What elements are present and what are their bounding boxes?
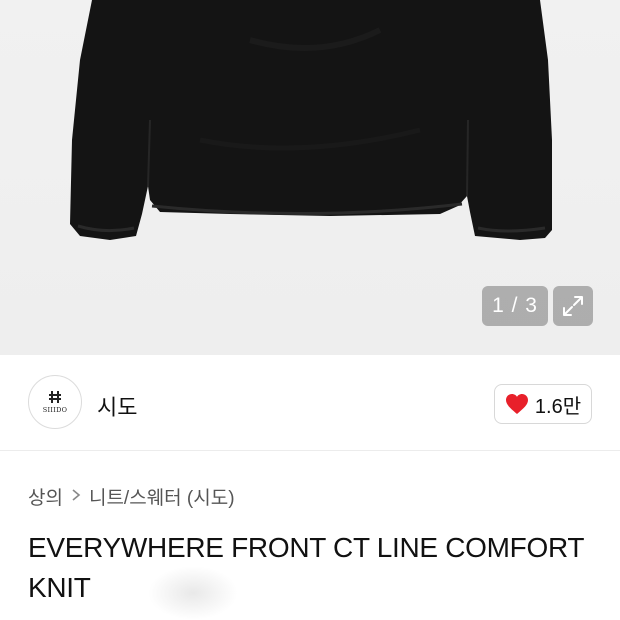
heart-icon (505, 394, 528, 414)
brand-row: SIIIDO 시도 1.6만 (0, 355, 620, 451)
like-count: 1.6만 (534, 395, 582, 418)
chevron-right-icon (71, 486, 81, 507)
brand-mark-icon (49, 391, 61, 403)
blur-overlay (148, 566, 238, 620)
expand-icon (563, 296, 583, 316)
breadcrumb-category[interactable]: 상의 (28, 483, 63, 510)
breadcrumb-subcategory[interactable]: 니트/스웨터 (시도) (89, 483, 235, 510)
expand-image-button[interactable] (553, 286, 593, 326)
like-button[interactable]: 1.6만 (494, 384, 592, 424)
product-title: EVERYWHERE FRONT CT LINE COMFORT KNIT (28, 532, 584, 603)
product-image-gallery[interactable]: 1 / 3 (0, 0, 620, 355)
brand-name[interactable]: 시도 (97, 390, 137, 422)
breadcrumb: 상의 니트/스웨터 (시도) (28, 483, 235, 510)
brand-logo-text: SIIIDO (42, 406, 68, 414)
image-counter: 1 / 3 (482, 286, 548, 326)
brand-logo[interactable]: SIIIDO (28, 375, 82, 429)
image-counter-text: 1 / 3 (492, 294, 538, 317)
